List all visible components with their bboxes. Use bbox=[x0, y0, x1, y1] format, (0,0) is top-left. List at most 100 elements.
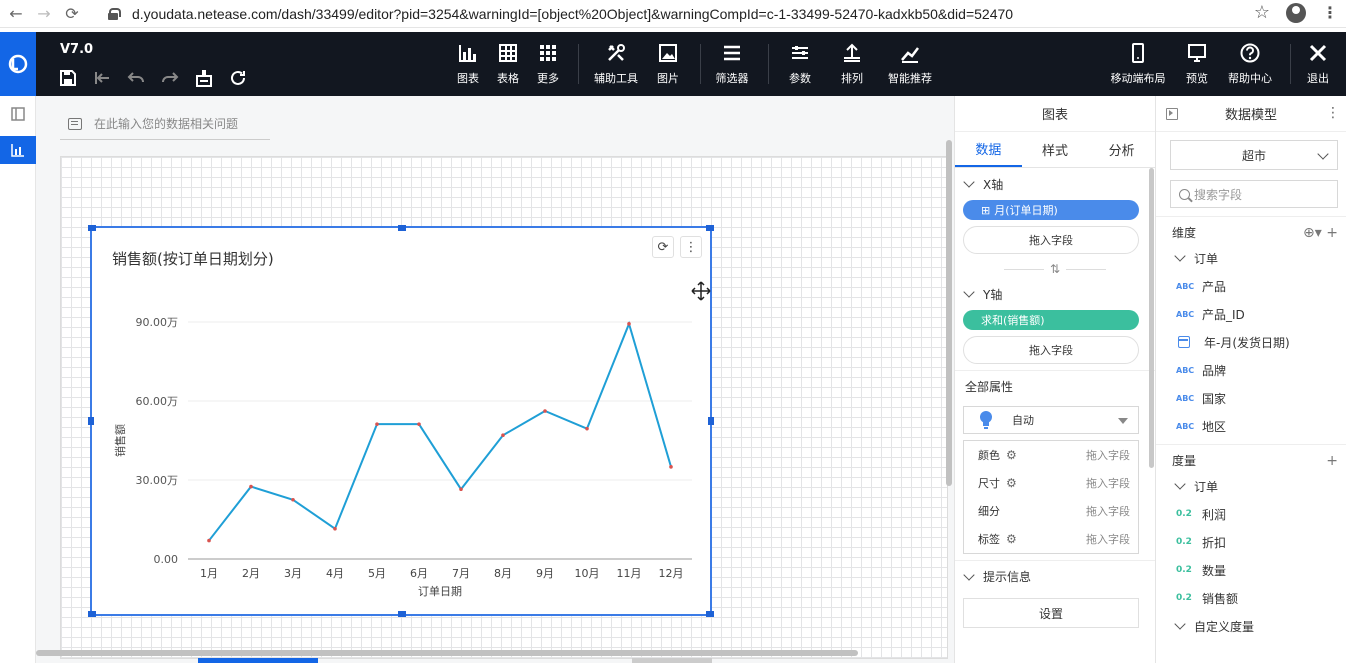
tooltip-section[interactable]: 提示信息 bbox=[955, 560, 1155, 592]
tool-image[interactable]: 图片 bbox=[644, 42, 692, 86]
dataset-select[interactable]: 超市 bbox=[1170, 140, 1338, 170]
numeric-type-icon: 0.2 bbox=[1176, 565, 1192, 575]
page-tab-indicator[interactable] bbox=[198, 658, 318, 663]
y-axis-section[interactable]: Y轴 bbox=[955, 278, 1155, 310]
reload-icon[interactable]: ⟳ bbox=[60, 2, 84, 26]
attr-drop-zone[interactable]: 拖入字段 bbox=[1086, 531, 1130, 547]
field-item[interactable]: ABC 地区 bbox=[1156, 412, 1346, 440]
tooltip-settings-button[interactable]: 设置 bbox=[963, 598, 1139, 628]
add-measure-icon[interactable]: + bbox=[1326, 453, 1338, 469]
collapse-panel-icon[interactable] bbox=[1166, 108, 1178, 120]
tool-aux[interactable]: 辅助工具 bbox=[592, 42, 640, 86]
chevron-down-icon bbox=[1174, 618, 1186, 630]
attr-row[interactable]: 尺寸 ⚙ 拖入字段 bbox=[964, 469, 1138, 497]
tab-data[interactable]: 数据 bbox=[955, 132, 1022, 167]
gear-icon[interactable]: ⚙ bbox=[1006, 532, 1017, 546]
x-axis-section[interactable]: X轴 bbox=[955, 168, 1155, 200]
chevron-down-icon bbox=[963, 286, 975, 298]
y-field-pill[interactable]: 求和(销售额) bbox=[963, 310, 1139, 330]
field-item[interactable]: 0.2 销售额 bbox=[1156, 584, 1346, 612]
panel-scrollbar[interactable] bbox=[1149, 168, 1154, 468]
ask-question-input[interactable]: 在此输入您的数据相关问题 bbox=[60, 108, 270, 140]
field-item[interactable]: 0.2 数量 bbox=[1156, 556, 1346, 584]
field-name: 利润 bbox=[1202, 507, 1227, 522]
x-drop-zone[interactable]: 拖入字段 bbox=[963, 226, 1139, 254]
back-icon[interactable]: ← bbox=[4, 2, 28, 26]
field-item[interactable]: ABC 品牌 bbox=[1156, 356, 1346, 384]
undo-all-icon[interactable] bbox=[92, 68, 112, 88]
gear-icon[interactable]: ⚙ bbox=[1006, 448, 1017, 462]
redo-icon[interactable] bbox=[160, 68, 180, 88]
tool-label: 退出 bbox=[1307, 72, 1329, 85]
canvas-horizontal-scrollbar[interactable] bbox=[36, 650, 858, 656]
text-type-icon: ABC bbox=[1176, 281, 1195, 291]
data-point bbox=[543, 409, 547, 413]
x-tick-label: 3月 bbox=[284, 567, 302, 580]
field-name: 数量 bbox=[1202, 563, 1227, 578]
tool-mobile-layout[interactable]: 移动端布局 bbox=[1111, 42, 1166, 86]
y-drop-zone[interactable]: 拖入字段 bbox=[963, 336, 1139, 364]
bookmark-star-icon[interactable]: ☆ bbox=[1254, 2, 1270, 23]
attr-row[interactable]: 标签 ⚙ 拖入字段 bbox=[964, 525, 1138, 553]
numeric-type-icon: 0.2 bbox=[1176, 509, 1192, 519]
x-tick-label: 8月 bbox=[494, 567, 512, 580]
address-bar[interactable]: d.youdata.netease.com/dash/33499/editor?… bbox=[108, 6, 1013, 22]
tab-analysis[interactable]: 分析 bbox=[1088, 132, 1155, 167]
tab-style[interactable]: 样式 bbox=[1022, 132, 1089, 167]
dimension-folder[interactable]: 订单 bbox=[1156, 244, 1346, 272]
save-icon[interactable] bbox=[58, 68, 78, 88]
chart-widget[interactable]: 销售额(按订单日期划分) ⟳ ⋮ 0.00 30.00万 60.00万 90.00万 1… bbox=[88, 225, 714, 617]
caret-down-icon bbox=[1118, 418, 1128, 424]
custom-measure-folder[interactable]: 自定义度量 bbox=[1156, 612, 1346, 640]
field-item[interactable]: 0.2 折扣 bbox=[1156, 528, 1346, 556]
y-field-label: 求和(销售额) bbox=[981, 314, 1045, 327]
page-tab-grey[interactable] bbox=[632, 658, 712, 663]
data-point bbox=[459, 487, 463, 492]
browser-menu-icon[interactable]: ⋮ bbox=[1322, 3, 1338, 22]
tool-preview[interactable]: 预览 bbox=[1173, 42, 1221, 86]
tool-param[interactable]: 参数 bbox=[776, 42, 824, 86]
tool-arrange[interactable]: 排列 bbox=[828, 42, 876, 86]
canvas-vertical-scrollbar[interactable] bbox=[946, 140, 952, 486]
version-label: V7.0 bbox=[60, 42, 94, 57]
attr-row[interactable]: 颜色 ⚙ 拖入字段 bbox=[964, 441, 1138, 469]
mark-type-select[interactable]: 自动 bbox=[963, 406, 1139, 434]
app-logo[interactable] bbox=[0, 32, 36, 96]
field-search-input[interactable]: 搜索字段 bbox=[1170, 180, 1338, 208]
line-chart: 0.00 30.00万 60.00万 90.00万 1月 2月 3月 4月 5月 6月 7月 8月 9月… bbox=[113, 316, 692, 598]
tool-smart[interactable]: 智能推荐 bbox=[886, 42, 934, 86]
field-item[interactable]: 年-月(发货日期) bbox=[1156, 328, 1346, 356]
format-painter-icon[interactable] bbox=[194, 68, 214, 88]
attr-row[interactable]: 细分 拖入字段 bbox=[964, 497, 1138, 525]
swap-axes-button[interactable]: ⇅ bbox=[955, 260, 1155, 278]
tool-filter[interactable]: 筛选器 bbox=[708, 42, 756, 86]
attr-drop-zone[interactable]: 拖入字段 bbox=[1086, 475, 1130, 491]
forward-icon[interactable]: → bbox=[32, 2, 56, 26]
field-item[interactable]: ABC 产品 bbox=[1156, 272, 1346, 300]
account-icon[interactable] bbox=[1286, 2, 1306, 23]
tool-help[interactable]: 帮助中心 bbox=[1226, 42, 1274, 86]
gear-icon[interactable]: ⚙ bbox=[1006, 476, 1017, 490]
attr-drop-zone[interactable]: 拖入字段 bbox=[1086, 447, 1130, 463]
tool-more[interactable]: 更多 bbox=[524, 42, 572, 86]
expand-panel-icon[interactable] bbox=[0, 100, 36, 128]
field-item[interactable]: ABC 产品_ID bbox=[1156, 300, 1346, 328]
attr-drop-zone[interactable]: 拖入字段 bbox=[1086, 503, 1130, 519]
move-cursor-icon bbox=[691, 281, 711, 301]
x-field-pill[interactable]: ⊞ 月(订单日期) bbox=[963, 200, 1139, 220]
undo-icon[interactable] bbox=[126, 68, 146, 88]
measure-folder[interactable]: 订单 bbox=[1156, 472, 1346, 500]
field-item[interactable]: 0.2 利润 bbox=[1156, 500, 1346, 528]
y-axis-label: Y轴 bbox=[983, 287, 1003, 302]
refresh-icon[interactable] bbox=[228, 68, 248, 88]
dimension-actions[interactable]: ⊕▾ + bbox=[1303, 225, 1338, 241]
tool-label: 图表 bbox=[457, 72, 479, 85]
field-name: 品牌 bbox=[1202, 363, 1227, 378]
field-item[interactable]: ABC 国家 bbox=[1156, 384, 1346, 412]
editor-toolbar: V7.0 图表 表格 更多 辅助工具 图片 筛选器 参数 排列 智能推荐 移动端… bbox=[0, 32, 1346, 96]
more-options-icon[interactable]: ⋮ bbox=[1326, 105, 1340, 121]
chart-list-icon[interactable] bbox=[0, 136, 36, 164]
data-model-panel: 数据模型 ⋮ 超市 搜索字段 维度 ⊕▾ + 订单 ABC 产品 ABC 产品_ID 年… bbox=[1155, 96, 1346, 663]
tool-label: 智能推荐 bbox=[888, 72, 932, 85]
tool-exit[interactable]: 退出 bbox=[1294, 42, 1342, 86]
